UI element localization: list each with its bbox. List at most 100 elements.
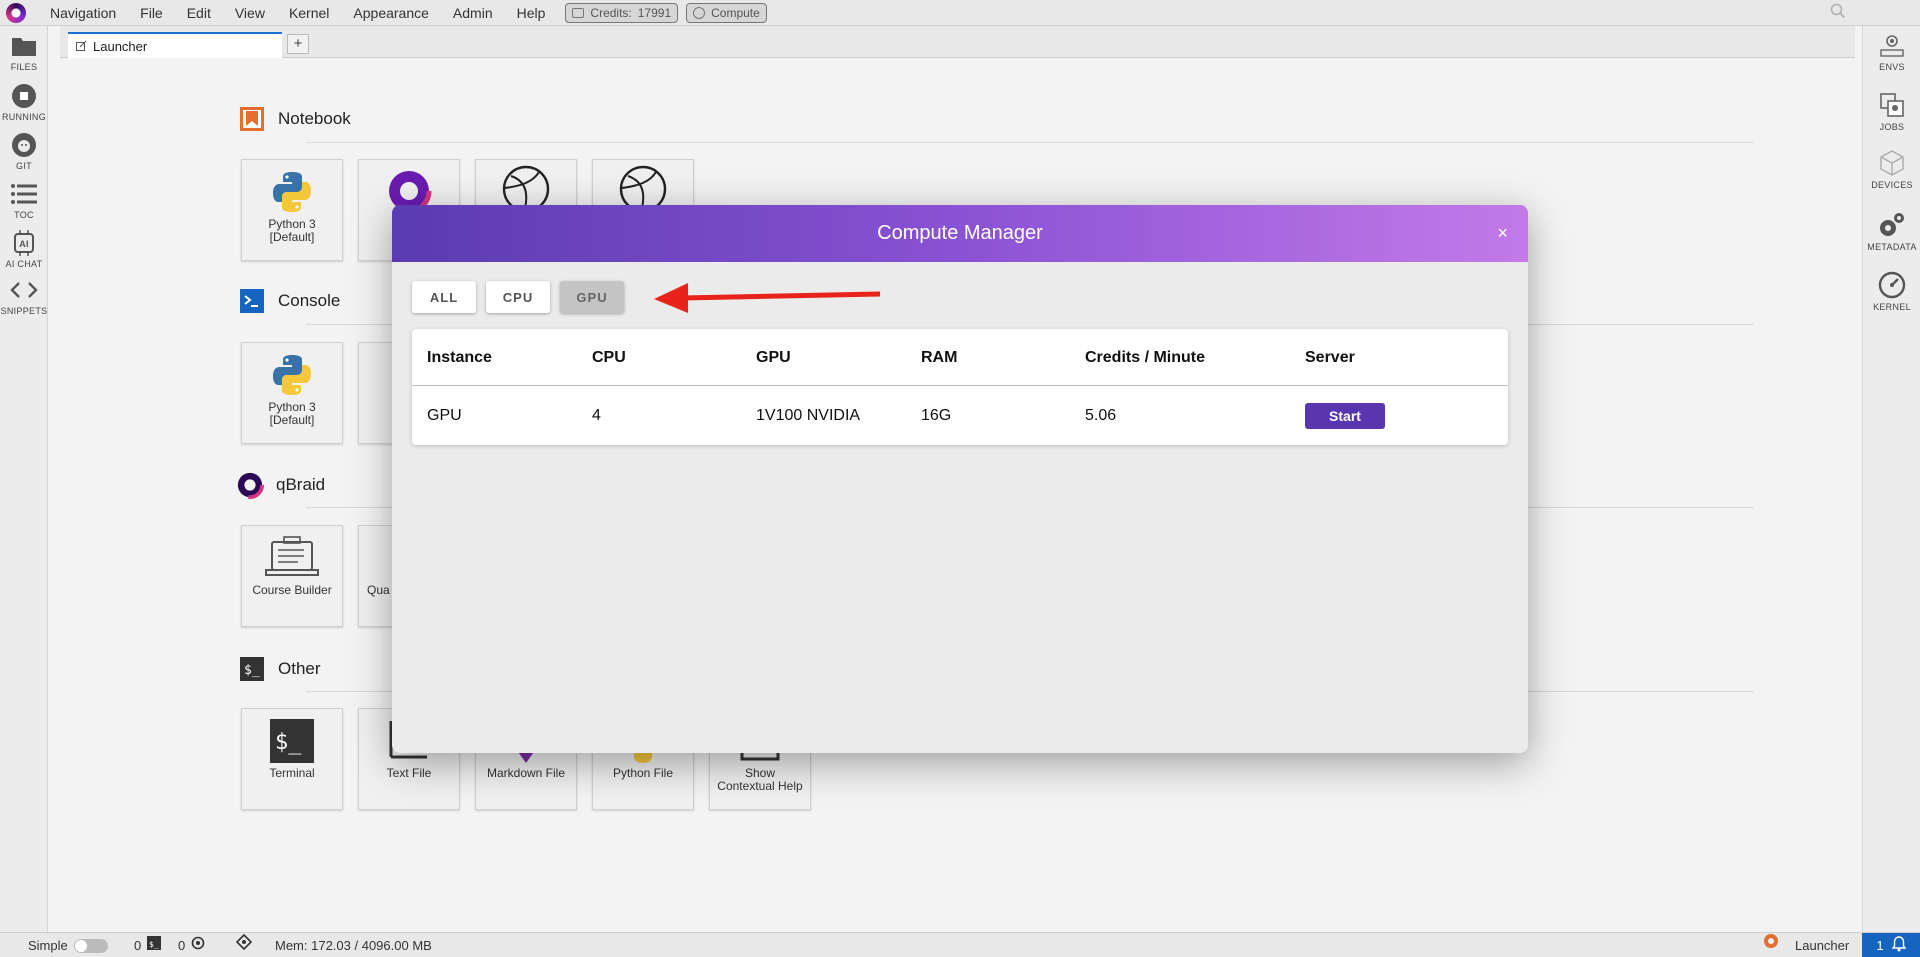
sidebar-item-snippets[interactable]: SNIPPETS <box>0 276 48 316</box>
external-link-icon <box>76 39 87 54</box>
cell-cpu: 4 <box>592 407 601 424</box>
sidebar-item-envs[interactable]: ENVS <box>1863 30 1920 72</box>
new-tab-button[interactable]: + <box>287 34 309 54</box>
sidebar-item-label: AI CHAT <box>5 259 43 269</box>
card-label: Python 3 [Default] <box>268 400 316 427</box>
menu-appearance[interactable]: Appearance <box>341 0 441 26</box>
red-arrow-annotation <box>654 283 881 313</box>
section-other: $_ Other <box>238 655 321 683</box>
sidebar-item-toc[interactable]: TOC <box>0 180 48 220</box>
column-header-credits: Credits / Minute <box>1085 349 1206 366</box>
menu-navigation[interactable]: Navigation <box>38 0 128 26</box>
menu-help[interactable]: Help <box>505 0 558 26</box>
card-label: Terminal <box>269 766 315 780</box>
menu-kernel[interactable]: Kernel <box>277 0 341 26</box>
column-header-gpu: GPU <box>756 349 791 366</box>
cell-credits: 5.06 <box>1085 407 1117 424</box>
sidebar-item-label: GIT <box>16 161 32 171</box>
gears-icon <box>1877 210 1907 240</box>
left-sidebar: FILES RUNNING GIT TOC AI AI CHAT SNIPPET… <box>0 26 48 932</box>
sidebar-item-label: SNIPPETS <box>0 306 48 316</box>
sidebar-item-files[interactable]: FILES <box>0 32 48 72</box>
current-activity-label: Launcher <box>1795 938 1850 953</box>
sidebar-item-label: RUNNING <box>1 112 47 122</box>
section-title: Console <box>278 291 341 310</box>
python-logo-icon <box>242 343 342 401</box>
card-label: Text File <box>386 766 432 780</box>
launcher-card-terminal[interactable]: $_ Terminal <box>241 708 343 810</box>
filter-gpu-button[interactable]: GPU <box>560 281 624 313</box>
filter-all-button[interactable]: ALL <box>412 281 476 313</box>
console-prompt-icon <box>238 287 266 315</box>
launcher-card-python3-console[interactable]: Python 3 [Default] <box>241 342 343 444</box>
terminals-count: 0 <box>134 938 142 953</box>
ai-chip-icon: AI <box>10 229 38 257</box>
kernel-gear-icon <box>191 933 205 957</box>
menu-admin[interactable]: Admin <box>441 0 505 26</box>
svg-text:$_: $_ <box>275 730 302 755</box>
start-server-button[interactable]: Start <box>1305 403 1385 429</box>
card-label: Markdown File <box>486 766 566 780</box>
column-header-server: Server <box>1305 349 1355 366</box>
gauge-icon <box>1877 270 1907 300</box>
kernels-count: 0 <box>178 938 186 953</box>
section-title: qBraid <box>276 475 326 494</box>
instances-table: Instance CPU GPU RAM Credits / Minute Se… <box>412 329 1508 445</box>
right-sidebar: ENVS JOBS DEVICES METADATA KERNEL <box>1862 26 1920 932</box>
filter-cpu-button[interactable]: CPU <box>486 281 550 313</box>
card-label: Python File <box>612 766 674 780</box>
list-icon <box>10 180 38 208</box>
sidebar-item-label: TOC <box>14 210 34 220</box>
cell-instance: GPU <box>427 407 462 424</box>
sidebar-item-devices[interactable]: DEVICES <box>1863 148 1920 190</box>
dialog-header: Compute Manager × <box>392 205 1528 262</box>
git-branch-status[interactable] <box>235 933 253 957</box>
simple-mode-toggle[interactable]: Simple <box>28 933 108 957</box>
menu-file[interactable]: File <box>128 0 175 26</box>
sidebar-item-kernel[interactable]: KERNEL <box>1863 270 1920 312</box>
qbraid-logo-icon[interactable] <box>6 2 26 23</box>
sidebar-item-git[interactable]: GIT <box>0 131 48 171</box>
section-divider <box>306 142 1754 143</box>
close-icon[interactable]: × <box>1497 223 1508 244</box>
launcher-card-course-builder[interactable]: Course Builder <box>241 525 343 627</box>
bell-icon <box>1891 936 1907 955</box>
sidebar-item-running[interactable]: RUNNING <box>0 82 48 122</box>
toggle-switch[interactable] <box>73 938 108 953</box>
search-icon[interactable] <box>1830 3 1846 24</box>
git-diamond-icon <box>235 933 253 957</box>
kernels-status[interactable]: 0 <box>178 933 205 957</box>
tab-launcher[interactable]: Launcher <box>68 32 282 58</box>
instance-filter-group: ALL CPU GPU <box>412 281 624 313</box>
qbraid-logo-icon <box>236 471 264 499</box>
jobs-icon <box>1877 90 1907 120</box>
notifications-button[interactable]: 1 <box>1862 933 1920 957</box>
launcher-card-python3-notebook[interactable]: Python 3 [Default] <box>241 159 343 261</box>
sidebar-item-label: JOBS <box>1879 122 1905 132</box>
menu-view[interactable]: View <box>223 0 277 26</box>
compute-button[interactable]: Compute <box>686 2 767 23</box>
svg-text:AI: AI <box>19 239 29 249</box>
section-title: Other <box>278 659 321 678</box>
sidebar-item-label: FILES <box>10 62 38 72</box>
section-title: Notebook <box>278 109 351 128</box>
memory-text: Mem: 172.03 / 4096.00 MB <box>275 938 432 953</box>
credit-card-icon <box>572 7 585 18</box>
menu-edit[interactable]: Edit <box>175 0 223 26</box>
qbraid-status-icon[interactable] <box>1763 933 1779 949</box>
sidebar-item-jobs[interactable]: JOBS <box>1863 90 1920 132</box>
terminals-status[interactable]: 0 $_ <box>134 933 162 957</box>
compute-label: Compute <box>711 5 760 20</box>
column-header-instance: Instance <box>427 349 492 366</box>
card-label: Show Contextual Help <box>717 766 803 793</box>
column-header-cpu: CPU <box>592 349 626 366</box>
sidebar-item-metadata[interactable]: METADATA <box>1863 210 1920 252</box>
sidebar-item-ai-chat[interactable]: AI AI CHAT <box>0 229 48 269</box>
svg-text:$_: $_ <box>149 940 159 949</box>
credits-button[interactable]: Credits: 17991 <box>565 2 679 23</box>
section-notebook: Notebook <box>238 105 351 133</box>
column-header-ram: RAM <box>921 349 958 366</box>
credits-value: 17991 <box>637 5 672 20</box>
dialog-title: Compute Manager <box>877 222 1043 244</box>
card-label: Course Builder <box>252 583 332 597</box>
